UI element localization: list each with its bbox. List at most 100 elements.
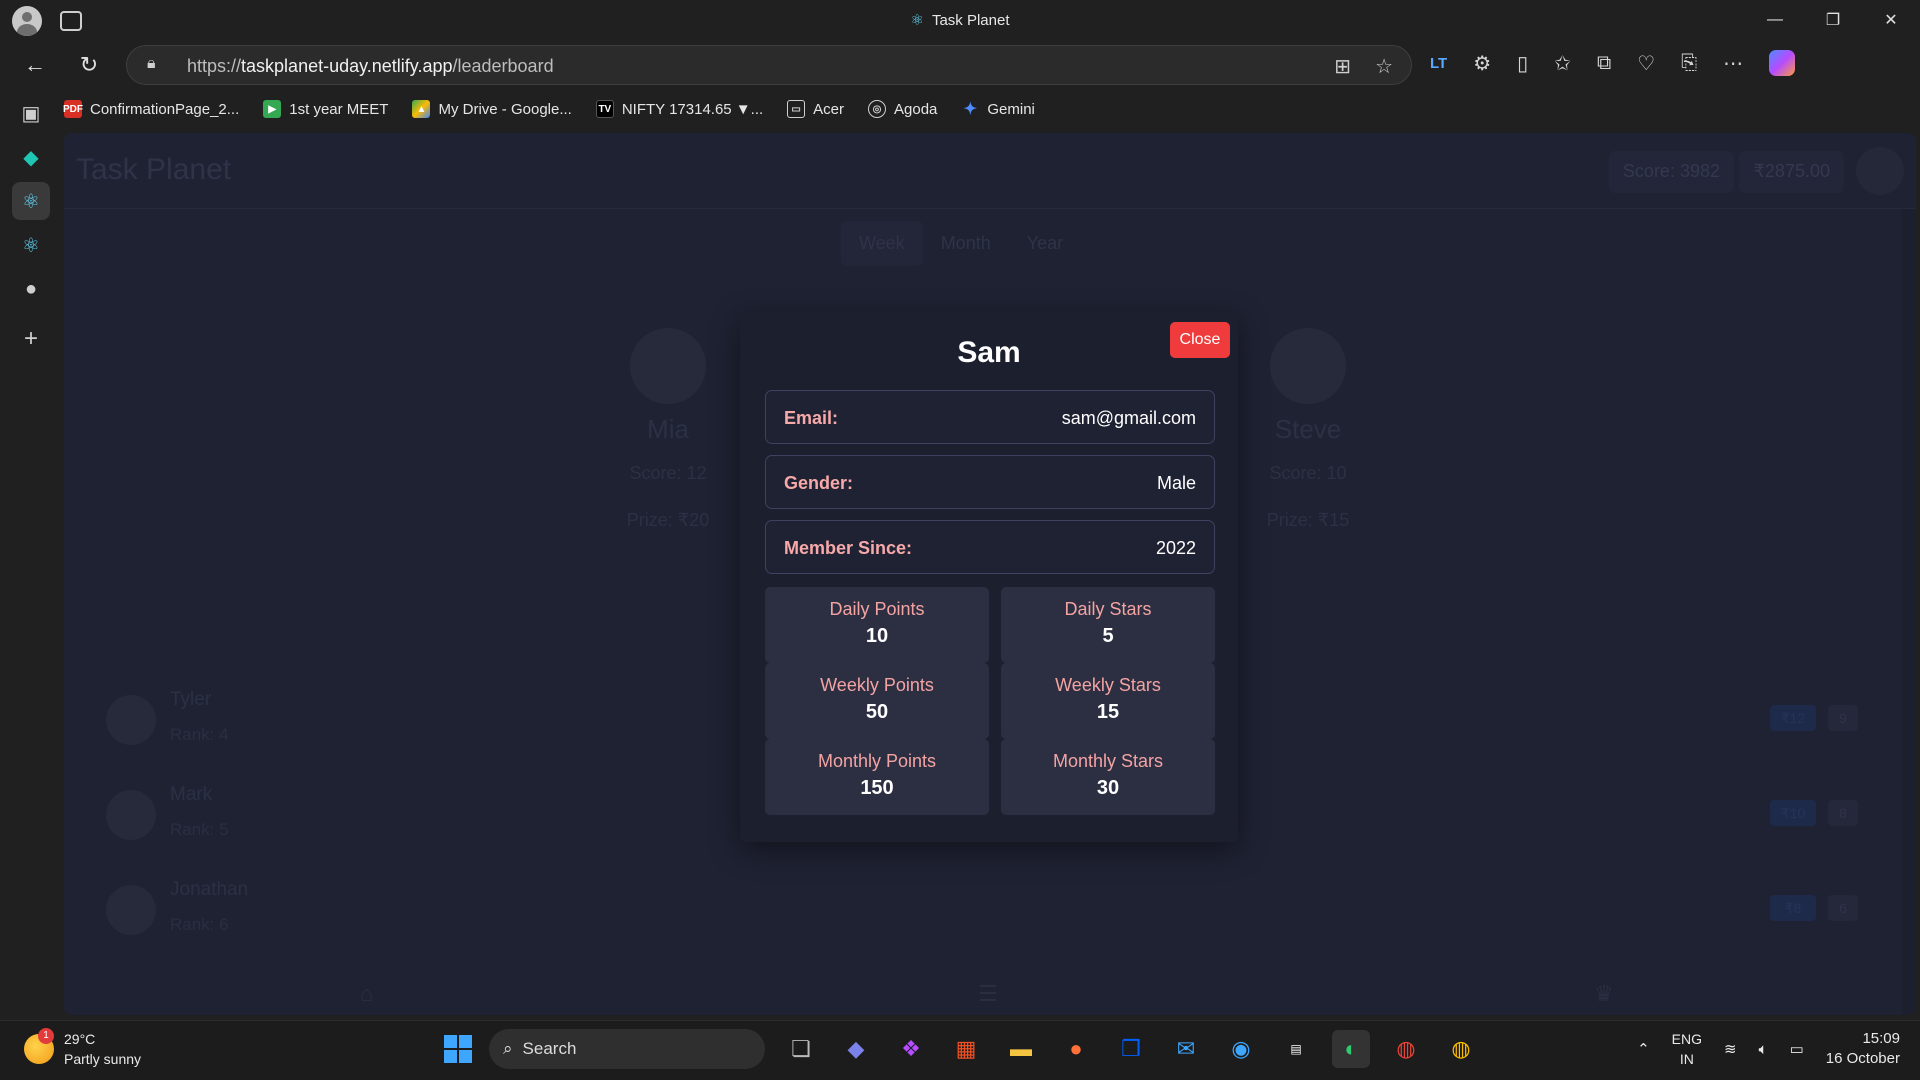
chevron-up-icon[interactable]: ⌃ [1637,1040,1650,1058]
podium-name: Steve [1274,414,1342,444]
extension-lt-icon[interactable]: LT [1430,55,1447,72]
podium-score: Score: 10 [1269,463,1347,483]
sync-app-icon[interactable]: ◉ [1222,1030,1260,1068]
more-options-icon[interactable]: ⋯ [1723,51,1743,76]
table-row[interactable]: Jonathan Rank: 6 ₹8 6 [106,875,1876,945]
rank-number: Rank: 4 [170,725,229,744]
sidebar-diamond-icon[interactable]: ◆ [12,138,50,176]
mail-icon[interactable]: ✉ [1167,1030,1205,1068]
favorite-item[interactable]: ◎ Agoda [868,100,937,118]
minimize-icon[interactable]: — [1746,0,1804,40]
chrome-icon[interactable]: ◍ [1387,1030,1425,1068]
close-window-icon[interactable]: ✕ [1862,0,1920,40]
collections-icon[interactable]: ⧉ [1597,52,1611,75]
gemini-icon: ✦ [963,101,978,118]
weather-widget[interactable]: 1 29°C Partly sunny [24,1028,141,1069]
home-icon[interactable]: ⌂ [360,981,373,1007]
favorite-label: ConfirmationPage_2... [90,100,240,118]
task-view-icon[interactable]: ❏ [782,1030,820,1068]
favorite-item[interactable]: ▭ Acer [787,100,844,118]
sidebar-tabs-icon[interactable]: ▣ [12,94,50,132]
tab-week[interactable]: Week [841,221,923,266]
edge-icon[interactable]: ◐ [1332,1030,1370,1068]
browser-title-bar: ⚛ Task Planet — ❐ ✕ [0,0,1920,40]
address-toolbar: ← ↻ 🔒︎ https://taskplanet-uday.netlify.a… [0,40,1920,90]
copilot-icon[interactable] [1769,50,1796,76]
volume-icon[interactable]: 🔈︎ [1759,1041,1768,1058]
sidebar-react-icon[interactable]: ⚛ [12,182,50,220]
stat-card-daily-stars: Daily Stars 5 [1001,587,1215,663]
stat-card-daily-points: Daily Points 10 [765,587,989,663]
copilot-app-icon[interactable]: ❖ [892,1030,930,1068]
split-screen-icon[interactable]: ▯ [1517,51,1528,76]
folder-icon: ▭ [787,100,806,118]
add-icon[interactable]: + [12,320,50,358]
stat-label: Monthly Stars [1052,751,1164,771]
favorite-item[interactable]: ▶ 1st year MEET [263,100,388,118]
github-icon[interactable]: ● [12,270,50,308]
bottom-nav: ⌂ ☰ ♛ [64,975,1916,1015]
restore-icon[interactable]: ❐ [1804,0,1862,40]
share-icon[interactable]: ⎘ [1681,52,1697,75]
stat-label: Weekly Stars [1055,675,1161,695]
favorite-label: 1st year MEET [289,100,389,118]
teams-icon[interactable]: ◆ [837,1030,875,1068]
favorites-bar: PDF ConfirmationPage_2... ▶ 1st year MEET … [63,94,1035,124]
battery-icon[interactable]: ▭ [1790,1040,1804,1058]
stat-value: 150 [860,777,894,799]
windows-start-icon[interactable] [444,1035,472,1063]
favorite-label: Agoda [894,100,938,118]
weather-sun-icon: 1 [24,1028,54,1064]
lock-icon[interactable]: 🔒︎ [147,55,156,73]
window-title-text: Task Planet [931,12,1010,29]
tab-year[interactable]: Year [1009,221,1081,266]
browser-essentials-icon[interactable]: ♡ [1637,51,1655,76]
language-indicator[interactable]: ENG IN [1672,1029,1702,1069]
app-available-icon[interactable]: ⊞ [1334,54,1351,79]
url-host: taskplanet-uday.netlify.app [241,56,453,76]
favorite-star-icon[interactable]: ☆ [1375,54,1393,79]
avatar [106,695,156,745]
taskbar-search[interactable]: ⌕ Search [489,1029,765,1069]
extensions-puzzle-icon[interactable]: ⚙ [1473,51,1491,76]
rank-name: Jonathan [170,879,249,900]
tasks-icon[interactable]: ☰ [978,981,998,1007]
back-arrow-icon[interactable]: ← [20,50,50,80]
firefox-icon[interactable]: ● [1057,1030,1095,1068]
address-bar[interactable]: 🔒︎ https://taskplanet-uday.netlify.app/l… [126,45,1412,85]
lang-primary: ENG [1671,1031,1702,1047]
tab-month[interactable]: Month [923,221,1009,266]
drive-icon: ▲ [412,100,431,118]
store-icon[interactable]: ▦ [947,1030,985,1068]
stat-card-weekly-points: Weekly Points 50 [765,663,989,739]
email-value: sam@gmail.com [1061,408,1196,428]
member-since-row: Member Since: 2022 [765,520,1215,574]
sidebar-react-icon-2[interactable]: ⚛ [12,226,50,264]
rank-count: 6 [1828,895,1858,921]
file-explorer-icon[interactable]: ▬ [1002,1030,1040,1068]
scrollbar[interactable] [1902,209,1916,1015]
email-label: Email: [784,408,839,428]
favorite-item[interactable]: TV NIFTY 17314.65 ▼... [595,100,763,118]
favorites-icon[interactable]: ✩ [1554,51,1571,76]
clock[interactable]: 15:09 16 October [1826,1029,1900,1069]
favorite-label: My Drive - Google... [438,100,572,118]
window-title: ⚛ Task Planet [0,11,1920,29]
rank-count: 9 [1828,705,1858,731]
favorite-item[interactable]: ✦ Gemini [961,100,1035,119]
amazon-icon[interactable]: ▤ [1277,1030,1315,1068]
url-text[interactable]: https://taskplanet-uday.netlify.app/lead… [187,56,554,77]
stat-value: 5 [1102,625,1114,647]
user-avatar[interactable] [1856,147,1904,195]
trophy-icon[interactable]: ♛ [1594,981,1614,1007]
chrome-profile-icon[interactable]: ◍ [1442,1030,1480,1068]
favorite-item[interactable]: ▲ My Drive - Google... [412,100,572,118]
rank-name: Mark [170,784,213,805]
rank-name: Tyler [170,689,212,710]
wifi-icon[interactable]: ≋ [1724,1040,1737,1058]
rank-number: Rank: 6 [170,915,229,934]
stat-value: 10 [865,625,889,647]
refresh-icon[interactable]: ↻ [74,50,104,80]
favorite-item[interactable]: PDF ConfirmationPage_2... [63,100,240,118]
dropbox-icon[interactable]: ❒ [1112,1030,1150,1068]
